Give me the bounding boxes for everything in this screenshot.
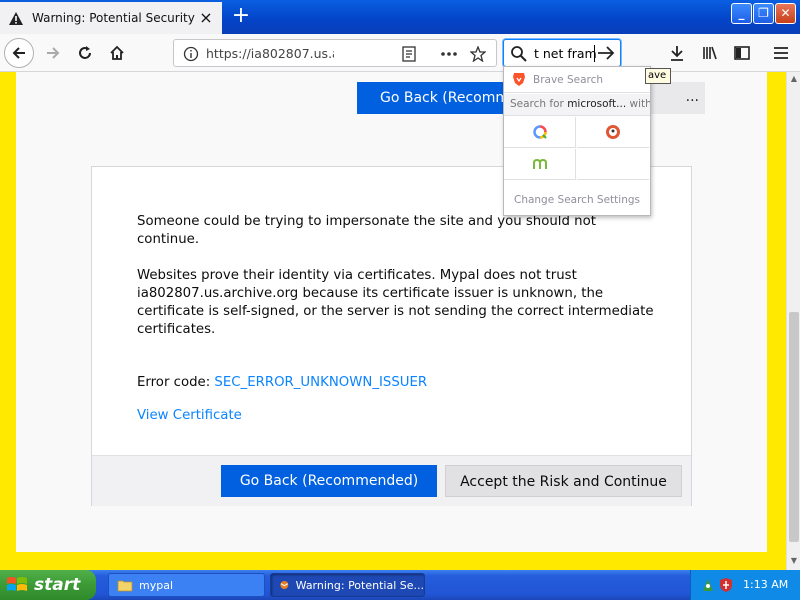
search-icon	[511, 46, 527, 62]
search-engine-empty-cell	[577, 149, 649, 180]
nav-toolbar: https://ia802807.us.archive.org t net fr…	[0, 34, 800, 72]
info-icon[interactable]	[182, 45, 200, 63]
reload-icon	[79, 46, 91, 59]
mypal-browser-icon	[280, 581, 289, 589]
start-button[interactable]: start	[0, 570, 96, 600]
back-button[interactable]	[4, 38, 34, 68]
error-code-link[interactable]: SEC_ERROR_UNKNOWN_ISSUER	[214, 375, 427, 390]
text-caret	[594, 45, 595, 62]
brave-search-label: Brave Search	[533, 73, 604, 86]
view-certificate-link[interactable]: View Certificate	[137, 408, 242, 423]
page-content: Go Back (Recommended) ... Someone could …	[0, 72, 786, 570]
accept-risk-button[interactable]: Accept the Risk and Continue	[445, 465, 682, 497]
forward-arrow-icon	[47, 47, 60, 59]
security-shield-icon	[720, 578, 732, 592]
taskbar: start mypal Warning: Potential Se... 1:1…	[0, 570, 800, 600]
search-go-arrow-icon	[598, 46, 615, 60]
scroll-thumb[interactable]	[789, 312, 799, 542]
top-advanced-button[interactable]: ...	[651, 82, 705, 114]
forward-button[interactable]	[38, 38, 68, 68]
error-code-label: Error code:	[137, 375, 215, 390]
maximize-button[interactable]: ❐	[753, 3, 774, 24]
warning-icon	[8, 10, 24, 26]
system-tray: 1:13 AM	[690, 570, 800, 600]
vertical-scrollbar[interactable]: ▲ ▼	[786, 72, 800, 570]
scroll-up-icon[interactable]: ▲	[789, 74, 799, 86]
back-arrow-icon	[12, 47, 25, 59]
search-suggestions-dropdown: Brave Search Search for microsoft... wit…	[503, 66, 651, 216]
search-input[interactable]: t net fram	[534, 46, 597, 61]
hamburger-menu-icon	[774, 47, 788, 59]
title-bar: Warning: Potential Security Risk Ahead ×…	[0, 0, 800, 34]
tab-close-icon[interactable]: ×	[198, 10, 214, 26]
change-search-settings[interactable]: Change Search Settings	[504, 185, 650, 215]
impersonate-warning-text: Someone could be trying to impersonate t…	[137, 214, 596, 247]
taskbar-item-browser[interactable]: Warning: Potential Se...	[270, 573, 425, 597]
close-button[interactable]: ✕	[775, 3, 796, 24]
brave-lion-icon	[513, 73, 525, 86]
sidebar-icon	[734, 46, 750, 60]
downloads-button[interactable]	[662, 38, 692, 68]
error-details-card: Someone could be trying to impersonate t…	[91, 166, 692, 506]
home-button[interactable]	[102, 38, 132, 68]
tab-active[interactable]: Warning: Potential Security Risk Ahead ×	[0, 2, 222, 34]
new-tab-button[interactable]: +	[228, 4, 254, 30]
url-bar[interactable]: https://ia802807.us.archive.org	[173, 39, 497, 67]
page-actions-icon[interactable]	[440, 45, 458, 63]
bookmark-star-icon[interactable]	[469, 45, 487, 63]
menu-button[interactable]	[766, 38, 796, 68]
mojeek-icon	[532, 158, 547, 169]
top-go-back-button[interactable]: Go Back (Recommended)	[357, 82, 525, 114]
url-text[interactable]: https://ia802807.us.archive.org	[206, 46, 334, 61]
library-icon	[703, 46, 717, 60]
tab-title: Warning: Potential Security Risk Ahead	[32, 11, 198, 25]
search-bar[interactable]: t net fram	[503, 39, 621, 67]
download-icon	[671, 46, 683, 61]
search-for-header: Search for microsoft... with:	[504, 94, 650, 116]
go-back-button[interactable]: Go Back (Recommended)	[221, 465, 437, 497]
search-engine-button-2[interactable]	[577, 117, 649, 148]
sidebar-button[interactable]	[727, 38, 757, 68]
scroll-down-icon[interactable]: ▼	[789, 556, 799, 568]
start-label: start	[34, 575, 81, 595]
certificate-explanation-text: Websites prove their identity via certif…	[137, 268, 654, 337]
clock: 1:13 AM	[743, 578, 789, 591]
search-term: microsoft...	[567, 98, 627, 110]
tooltip: ave	[645, 68, 671, 84]
duckduckgo-icon	[606, 125, 620, 139]
error-code-line: Error code: SEC_ERROR_UNKNOWN_ISSUER	[137, 375, 427, 390]
library-button[interactable]	[695, 38, 725, 68]
folder-icon	[117, 580, 133, 592]
card-footer: Go Back (Recommended) Accept the Risk an…	[92, 455, 691, 506]
reload-button[interactable]	[70, 38, 100, 68]
taskbar-item-mypal-folder[interactable]: mypal	[108, 573, 265, 597]
search-engine-button-3[interactable]	[504, 149, 576, 180]
qwant-icon	[532, 125, 547, 139]
search-engine-button-1[interactable]	[504, 117, 576, 148]
home-icon	[110, 45, 124, 60]
minimize-button[interactable]: _	[731, 3, 752, 24]
windows-flag-icon	[7, 577, 27, 591]
reader-view-icon[interactable]	[400, 45, 418, 63]
brave-search-item[interactable]: Brave Search	[504, 67, 650, 93]
network-icon	[703, 579, 713, 591]
